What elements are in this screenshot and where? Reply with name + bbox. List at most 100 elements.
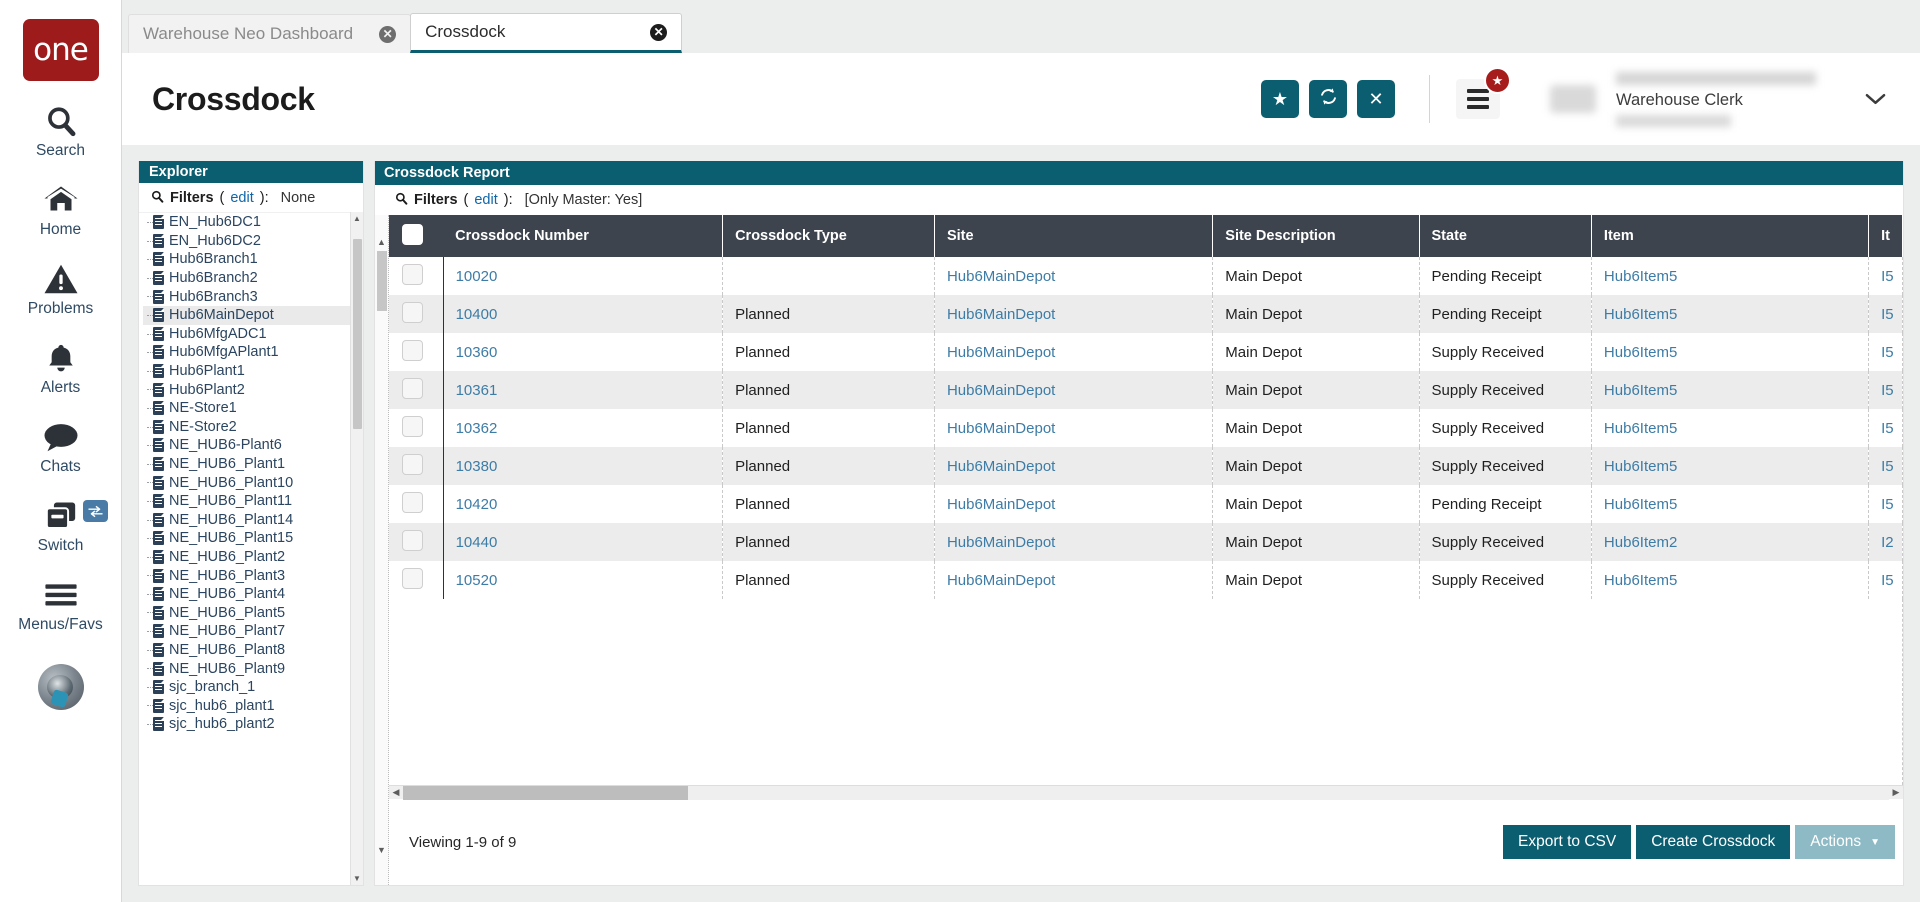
menus-favs-button[interactable]: ★ <box>1456 79 1500 119</box>
cell-site-link[interactable]: Hub6MainDepot <box>947 344 1055 361</box>
cell-site[interactable]: Hub6MainDepot <box>934 333 1212 371</box>
cell-site[interactable]: Hub6MainDepot <box>934 295 1212 333</box>
cell-crossdock-number-link[interactable]: 10020 <box>456 268 498 285</box>
table-row[interactable]: 10361PlannedHub6MainDepotMain DepotSuppl… <box>389 371 1903 409</box>
cell-item[interactable]: Hub6Item5 <box>1591 409 1868 447</box>
cell-crossdock-number[interactable]: 10400 <box>443 295 722 333</box>
tree-item[interactable]: NE_HUB6_Plant14 <box>143 511 350 530</box>
cell-item-truncated-link[interactable]: I5 <box>1881 382 1894 399</box>
table-row[interactable]: 10380PlannedHub6MainDepotMain DepotSuppl… <box>389 447 1903 485</box>
row-checkbox[interactable] <box>402 530 423 551</box>
cell-site-link[interactable]: Hub6MainDepot <box>947 572 1055 589</box>
scroll-up-icon[interactable]: ▲ <box>353 212 361 225</box>
tree-item[interactable]: NE_HUB6_Plant10 <box>143 473 350 492</box>
cell-crossdock-number-link[interactable]: 10400 <box>456 306 498 323</box>
rail-item-problems[interactable]: Problems <box>0 239 122 318</box>
tree-item[interactable]: NE_HUB6-Plant6 <box>143 436 350 455</box>
scroll-down-icon[interactable]: ▼ <box>377 845 386 855</box>
cell-item-truncated[interactable]: I5 <box>1869 485 1903 523</box>
column-header-crossdock-number[interactable]: Crossdock Number <box>443 215 722 257</box>
cell-item-link[interactable]: Hub6Item5 <box>1604 496 1677 513</box>
tree-item[interactable]: Hub6Plant1 <box>143 362 350 381</box>
cell-site-link[interactable]: Hub6MainDepot <box>947 268 1055 285</box>
rail-item-alerts[interactable]: Alerts <box>0 318 122 397</box>
row-select-cell[interactable] <box>389 371 443 409</box>
cell-item-truncated-link[interactable]: I5 <box>1881 268 1894 285</box>
tree-item[interactable]: sjc_hub6_plant1 <box>143 696 350 715</box>
explorer-filters-edit-link[interactable]: edit <box>230 190 253 206</box>
cell-item-link[interactable]: Hub6Item5 <box>1604 420 1677 437</box>
cell-item-truncated[interactable]: I5 <box>1869 333 1903 371</box>
rail-user-avatar[interactable] <box>38 664 84 710</box>
tree-item[interactable]: NE_HUB6_Plant4 <box>143 585 350 604</box>
tree-item[interactable]: EN_Hub6DC1 <box>143 213 350 232</box>
report-filters-edit-link[interactable]: edit <box>474 192 497 208</box>
cell-item-truncated[interactable]: I5 <box>1869 257 1903 295</box>
table-row[interactable]: 10520PlannedHub6MainDepotMain DepotSuppl… <box>389 561 1903 599</box>
explorer-scrollbar[interactable]: ▲ ▼ <box>350 212 363 885</box>
row-select-cell[interactable] <box>389 485 443 523</box>
select-all-checkbox[interactable] <box>402 224 423 245</box>
cell-item-link[interactable]: Hub6Item5 <box>1604 306 1677 323</box>
cell-site[interactable]: Hub6MainDepot <box>934 485 1212 523</box>
grid-vertical-scrollbar[interactable]: ▲ ▼ <box>375 215 389 885</box>
table-row[interactable]: 10020Hub6MainDepotMain DepotPending Rece… <box>389 257 1903 295</box>
cell-site-link[interactable]: Hub6MainDepot <box>947 534 1055 551</box>
cell-item-link[interactable]: Hub6Item5 <box>1604 572 1677 589</box>
tree-item[interactable]: sjc_branch_1 <box>143 678 350 697</box>
tree-item[interactable]: Hub6MainDepot <box>143 306 350 325</box>
cell-crossdock-number-link[interactable]: 10380 <box>456 458 498 475</box>
cell-item-truncated-link[interactable]: I2 <box>1881 534 1894 551</box>
cell-crossdock-number-link[interactable]: 10360 <box>456 344 498 361</box>
hscroll-thumb[interactable] <box>403 786 688 800</box>
cell-item-truncated[interactable]: I5 <box>1869 447 1903 485</box>
swap-arrows-icon[interactable] <box>83 500 108 522</box>
table-row[interactable]: 10360PlannedHub6MainDepotMain DepotSuppl… <box>389 333 1903 371</box>
tree-item[interactable]: Hub6Branch1 <box>143 250 350 269</box>
app-logo[interactable]: one <box>23 19 99 81</box>
cell-item[interactable]: Hub6Item5 <box>1591 561 1868 599</box>
tree-item[interactable]: NE-Store2 <box>143 418 350 437</box>
scroll-thumb[interactable] <box>377 251 387 311</box>
column-header-state[interactable]: State <box>1419 215 1591 257</box>
cell-item[interactable]: Hub6Item5 <box>1591 257 1868 295</box>
scroll-left-icon[interactable]: ◀ <box>389 787 403 798</box>
row-select-cell[interactable] <box>389 257 443 295</box>
cell-site[interactable]: Hub6MainDepot <box>934 523 1212 561</box>
cell-item-truncated[interactable]: I5 <box>1869 371 1903 409</box>
tree-item[interactable]: Hub6Branch3 <box>143 287 350 306</box>
row-checkbox[interactable] <box>402 568 423 589</box>
column-header-site[interactable]: Site <box>934 215 1212 257</box>
tree-item[interactable]: Hub6MfgAPlant1 <box>143 343 350 362</box>
tree-item[interactable]: NE_HUB6_Plant1 <box>143 455 350 474</box>
row-select-cell[interactable] <box>389 295 443 333</box>
cell-item-truncated[interactable]: I2 <box>1869 523 1903 561</box>
table-row[interactable]: 10440PlannedHub6MainDepotMain DepotSuppl… <box>389 523 1903 561</box>
favorite-button[interactable]: ★ <box>1261 80 1299 118</box>
tree-item[interactable]: EN_Hub6DC2 <box>143 232 350 251</box>
tree-item[interactable]: NE_HUB6_Plant5 <box>143 603 350 622</box>
column-header-item-truncated[interactable]: It <box>1869 215 1903 257</box>
cell-site[interactable]: Hub6MainDepot <box>934 447 1212 485</box>
cell-item[interactable]: Hub6Item5 <box>1591 371 1868 409</box>
cell-item-link[interactable]: Hub6Item5 <box>1604 458 1677 475</box>
cell-item[interactable]: Hub6Item2 <box>1591 523 1868 561</box>
cell-site[interactable]: Hub6MainDepot <box>934 371 1212 409</box>
tree-item[interactable]: Hub6Plant2 <box>143 380 350 399</box>
table-row[interactable]: 10420PlannedHub6MainDepotMain DepotPendi… <box>389 485 1903 523</box>
cell-item-link[interactable]: Hub6Item5 <box>1604 344 1677 361</box>
close-circle-icon[interactable]: ✕ <box>379 26 396 43</box>
row-checkbox[interactable] <box>402 492 423 513</box>
cell-site-link[interactable]: Hub6MainDepot <box>947 382 1055 399</box>
cell-item-truncated-link[interactable]: I5 <box>1881 420 1894 437</box>
rail-item-menus-favs[interactable]: Menus/Favs <box>0 555 122 634</box>
row-select-cell[interactable] <box>389 409 443 447</box>
cell-item[interactable]: Hub6Item5 <box>1591 295 1868 333</box>
cell-crossdock-number-link[interactable]: 10520 <box>456 572 498 589</box>
cell-item-link[interactable]: Hub6Item2 <box>1604 534 1677 551</box>
cell-crossdock-number-link[interactable]: 10362 <box>456 420 498 437</box>
cell-crossdock-number[interactable]: 10360 <box>443 333 722 371</box>
chevron-down-icon[interactable] <box>1852 76 1898 122</box>
rail-item-search[interactable]: Search <box>0 81 122 160</box>
cell-item-link[interactable]: Hub6Item5 <box>1604 268 1677 285</box>
